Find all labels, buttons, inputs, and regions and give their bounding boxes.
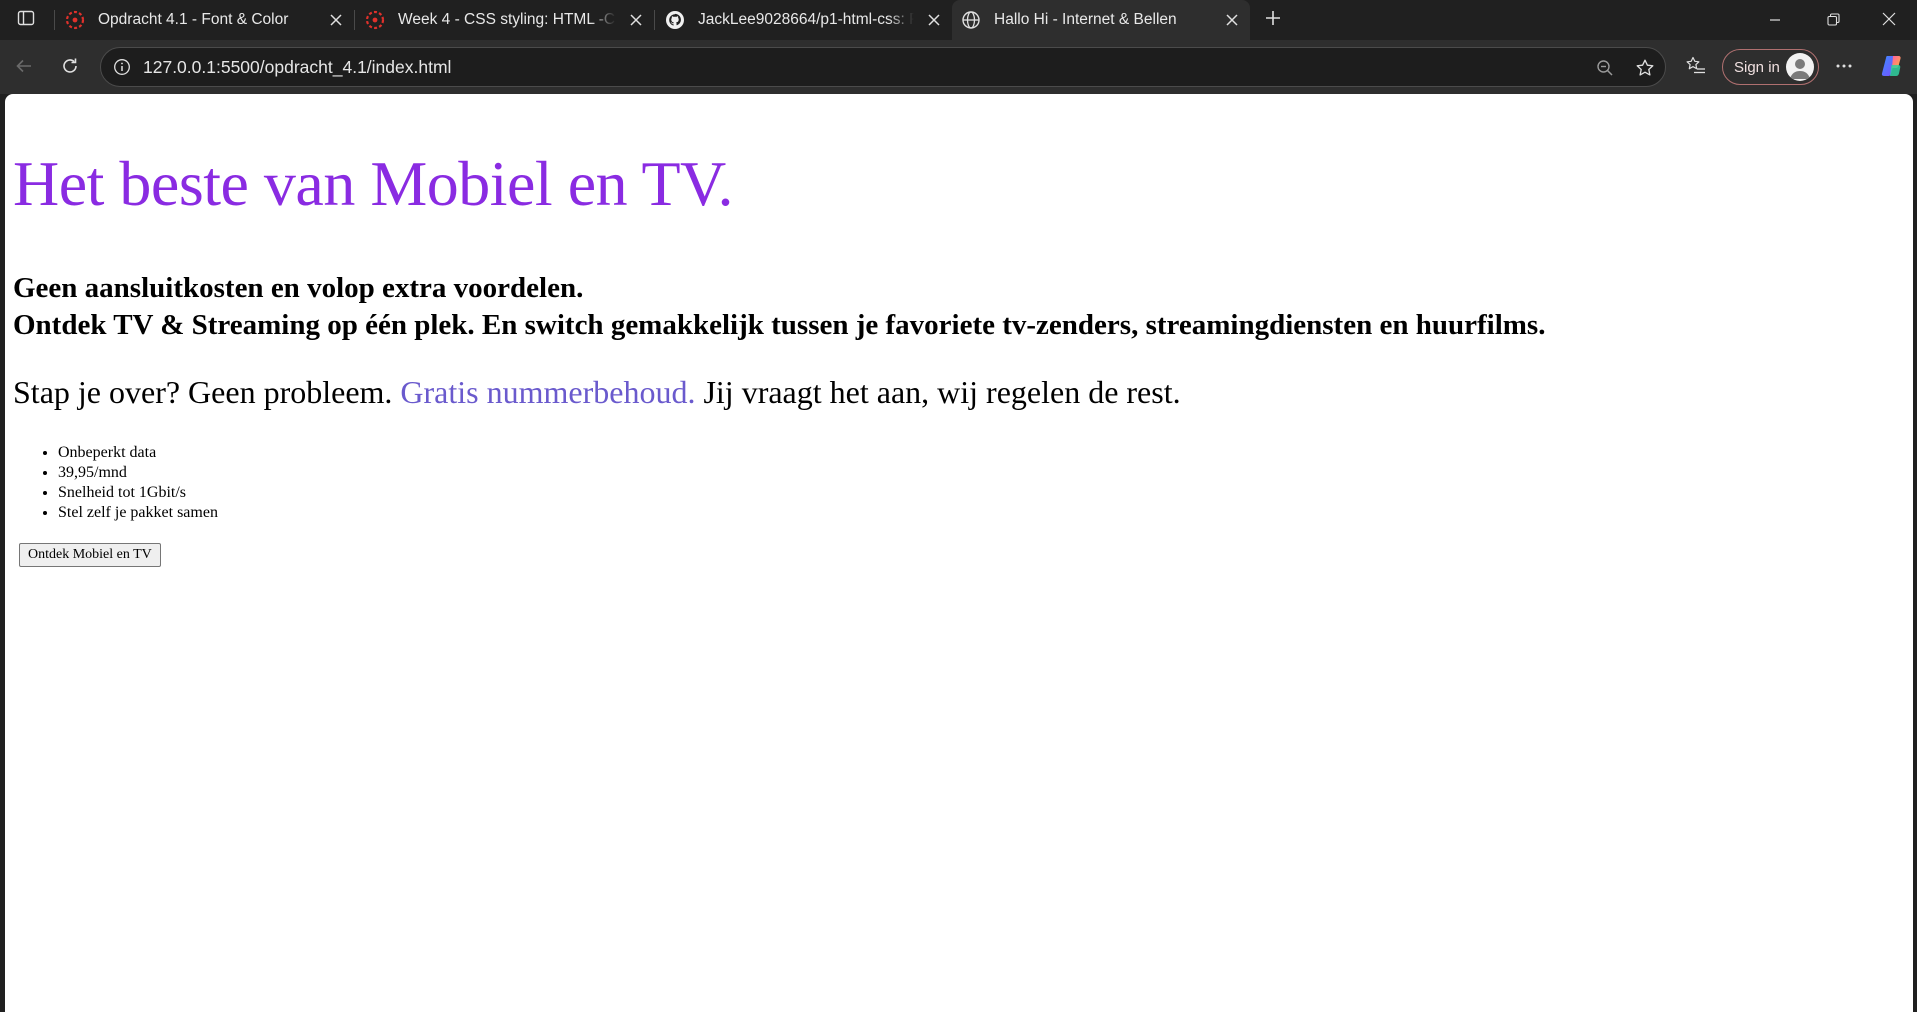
tab-separator: [354, 10, 355, 30]
close-icon: [1882, 11, 1896, 30]
list-item: Stel zelf je pakket samen: [58, 503, 218, 523]
tab-week4[interactable]: Week 4 - CSS styling: HTML -CSS: [356, 0, 654, 40]
url-text: 127.0.0.1:5500/opdracht_4.1/index.html: [143, 57, 452, 77]
settings-more-button[interactable]: [1826, 50, 1862, 86]
tab-title: Week 4 - CSS styling: HTML -CSS: [398, 11, 616, 28]
tab-title: Hallo Hi - Internet & Bellen: [994, 11, 1177, 28]
restore-button[interactable]: [1805, 0, 1861, 40]
more-dots-icon: [1834, 56, 1854, 80]
minimize-button[interactable]: [1747, 0, 1803, 40]
tab-strip: Opdracht 4.1 - Font & Color Week 4 - CSS…: [0, 0, 1917, 40]
close-tab-icon[interactable]: [624, 8, 648, 32]
favorites-button[interactable]: [1678, 50, 1714, 86]
subheading-line-1: Geen aansluitkosten en volop extra voord…: [13, 272, 584, 304]
canvas-logo-icon: [364, 9, 386, 31]
tab-title: Opdracht 4.1 - Font & Color: [98, 11, 289, 28]
close-tab-icon[interactable]: [1220, 8, 1244, 32]
back-arrow-icon: [14, 56, 34, 80]
list-item: 39,95/mnd: [58, 463, 218, 483]
back-button[interactable]: [6, 50, 42, 86]
address-bar[interactable]: 127.0.0.1:5500/opdracht_4.1/index.html: [100, 47, 1666, 87]
sidebar-toggle-icon: [17, 9, 35, 31]
copilot-button[interactable]: [1874, 50, 1910, 86]
features-list: Onbeperkt data 39,95/mnd Snelheid tot 1G…: [13, 443, 218, 523]
page-subheading: Geen aansluitkosten en volop extra voord…: [13, 270, 1545, 344]
window-frame-right: [1913, 94, 1917, 1012]
close-tab-icon[interactable]: [324, 8, 348, 32]
tab-opdracht[interactable]: Opdracht 4.1 - Font & Color: [56, 0, 354, 40]
discover-mobile-tv-button[interactable]: Ontdek Mobiel en TV: [19, 543, 161, 567]
minimize-icon: [1769, 11, 1781, 30]
tab-title: JackLee9028664/p1-html-css: Per: [698, 11, 914, 28]
plus-icon: [1264, 9, 1282, 31]
page-heading: Het beste van Mobiel en TV.: [13, 148, 734, 219]
lead-text-after: Jij vraagt het aan, wij regelen de rest.: [695, 374, 1181, 410]
list-item: Onbeperkt data: [58, 443, 218, 463]
subheading-line-2: Ontdek TV & Streaming op één plek. En sw…: [13, 309, 1546, 341]
canvas-logo-icon: [64, 9, 86, 31]
favorite-star-icon[interactable]: [1631, 54, 1659, 82]
reload-button[interactable]: [52, 50, 88, 86]
lead-paragraph: Stap je over? Geen probleem. Gratis numm…: [13, 374, 1181, 411]
tab-hallo-hi[interactable]: Hallo Hi - Internet & Bellen: [952, 0, 1250, 40]
tab-separator: [54, 10, 55, 30]
github-icon: [664, 9, 686, 31]
page-viewport: Het beste van Mobiel en TV. Geen aanslui…: [5, 94, 1913, 1012]
copilot-icon: [1879, 53, 1905, 83]
sign-in-button[interactable]: Sign in: [1722, 49, 1819, 85]
zoom-out-icon[interactable]: [1591, 54, 1619, 82]
restore-icon: [1826, 11, 1840, 30]
list-item: Snelheid tot 1Gbit/s: [58, 483, 218, 503]
close-tab-icon[interactable]: [922, 8, 946, 32]
reload-icon: [60, 56, 80, 80]
new-tab-button[interactable]: [1258, 6, 1288, 34]
site-info-icon[interactable]: [111, 56, 133, 78]
number-porting-link[interactable]: Gratis nummerbehoud.: [400, 374, 695, 410]
sign-in-label: Sign in: [1734, 58, 1780, 76]
lead-text-before: Stap je over? Geen probleem.: [13, 374, 401, 410]
favorites-list-icon: [1685, 55, 1707, 81]
browser-toolbar: 127.0.0.1:5500/opdracht_4.1/index.html S…: [0, 40, 1917, 94]
tab-github[interactable]: JackLee9028664/p1-html-css: Per: [656, 0, 952, 40]
tab-actions-button[interactable]: [8, 6, 44, 34]
globe-icon: [960, 9, 982, 31]
close-window-button[interactable]: [1861, 0, 1917, 40]
avatar-icon: [1786, 53, 1814, 81]
tab-separator: [654, 10, 655, 30]
